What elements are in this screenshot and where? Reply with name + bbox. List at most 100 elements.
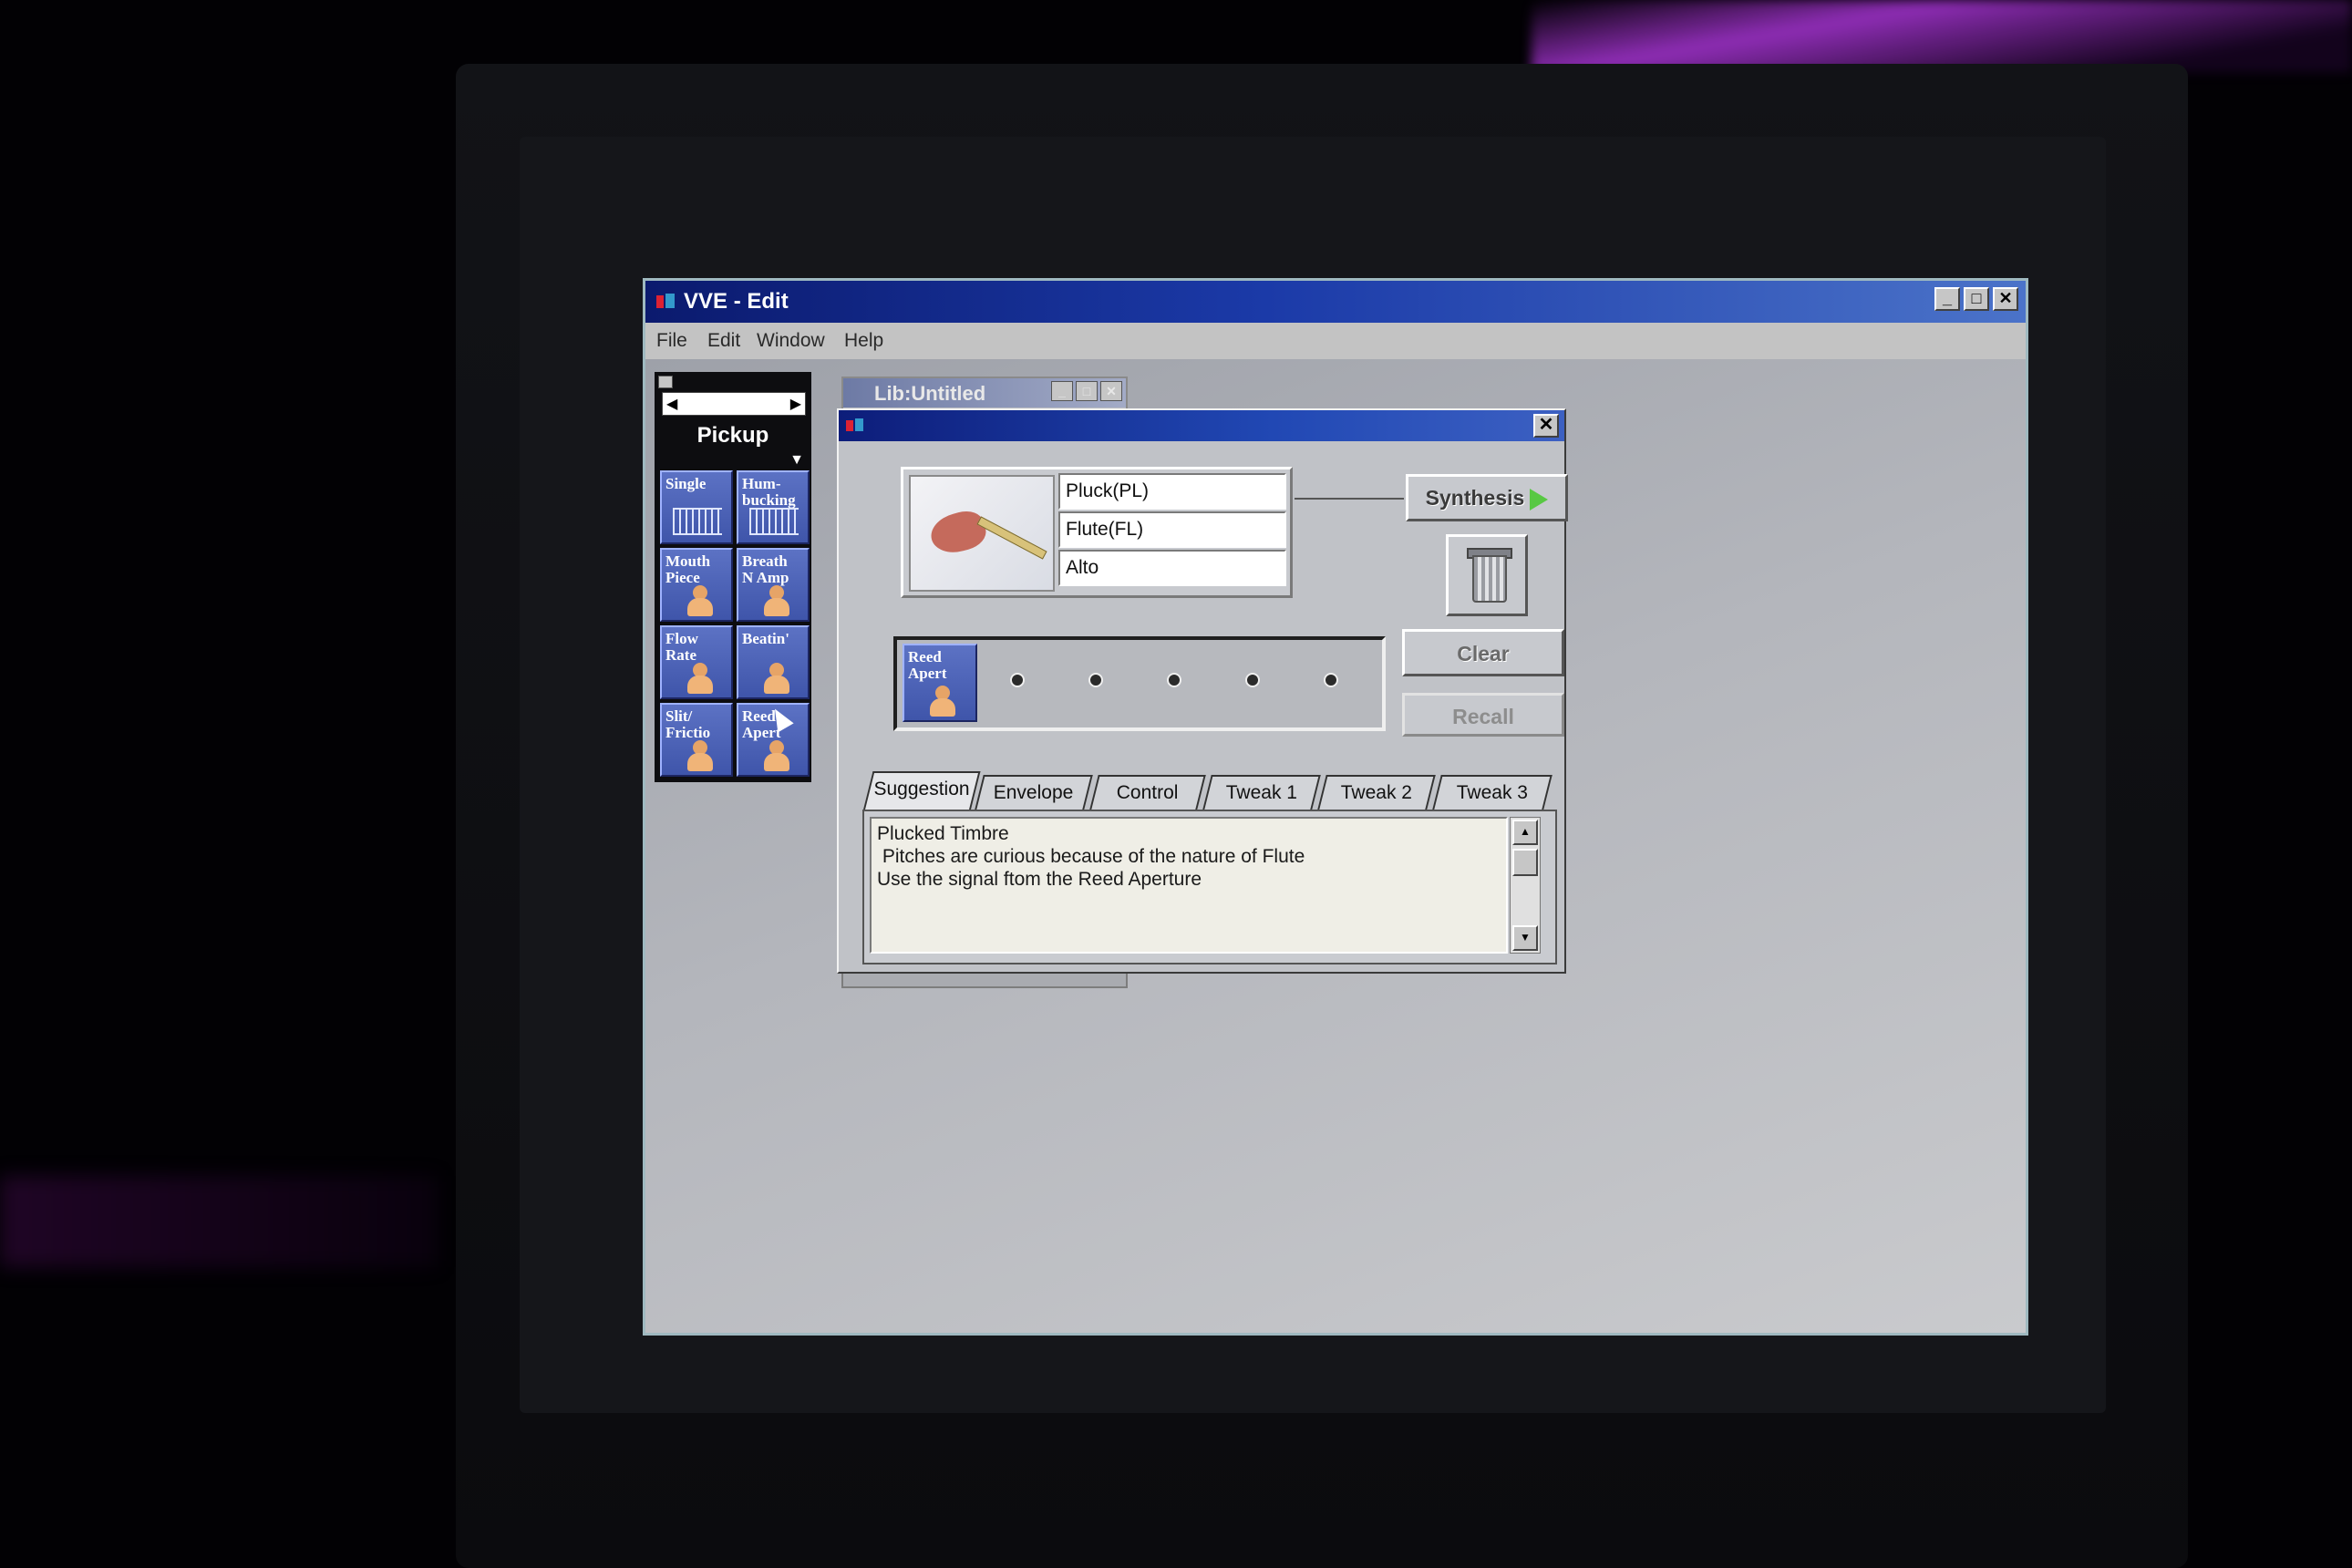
synthesis-button[interactable]: Synthesis [1406, 474, 1568, 521]
tab-envelope[interactable]: Envelope [975, 775, 1093, 810]
instrument-row-excitation[interactable]: Pluck(PL) [1058, 473, 1286, 510]
tile-slit-friction[interactable]: Slit/ Frictio [660, 703, 733, 777]
scroll-up-icon[interactable]: ▲ [1512, 820, 1538, 845]
figure-icon [686, 663, 713, 694]
tile-label: Single [665, 475, 707, 492]
tab-tweak-2[interactable]: Tweak 2 [1317, 775, 1436, 810]
slot-tile-label: Reed Apert [908, 648, 947, 682]
tab-label: Tweak 1 [1225, 782, 1297, 803]
palette-grid: Single Hum- bucking Mouth Piece Breath N… [660, 470, 811, 777]
chevron-down-icon[interactable]: ▼ [789, 452, 804, 469]
figure-icon [686, 585, 713, 616]
instrument-row-range[interactable]: Alto [1058, 550, 1286, 586]
figure-icon [762, 740, 789, 771]
suggestion-line: Pitches are curious because of the natur… [877, 846, 1305, 867]
figure-icon [928, 686, 955, 717]
palette-title: Pickup [696, 423, 769, 448]
recall-button[interactable]: Recall [1402, 693, 1564, 737]
tab-suggestion[interactable]: Suggestion [862, 771, 981, 811]
library-title: Lib:Untitled [874, 382, 986, 405]
window-title: VVE - Edit [684, 289, 789, 314]
menu-window[interactable]: Window [757, 330, 825, 352]
tile-label: Slit/ Frictio [665, 707, 711, 741]
empty-slot[interactable] [1167, 673, 1181, 687]
tile-label: Breath N Amp [742, 552, 789, 586]
figure-icon [686, 740, 713, 771]
main-title-bar[interactable]: VVE - Edit _ □ ✕ [645, 281, 2026, 323]
suggestion-line: Plucked Timbre [877, 823, 1009, 844]
tile-breath-n-amp[interactable]: Breath N Amp [737, 548, 810, 622]
dialog-title-bar[interactable]: ✕ [839, 410, 1564, 441]
menu-file[interactable]: File [656, 330, 687, 352]
instrument-row-resonator[interactable]: Flute(FL) [1058, 511, 1286, 548]
tab-tweak-1[interactable]: Tweak 1 [1202, 775, 1321, 810]
palette-category-scroller[interactable]: ◀ ▶ [662, 392, 806, 416]
tile-label: Mouth Piece [665, 552, 711, 586]
menu-edit[interactable]: Edit [707, 330, 740, 352]
library-close-button[interactable]: ✕ [1100, 381, 1122, 401]
scroll-thumb[interactable] [1512, 849, 1538, 876]
tab-control[interactable]: Control [1089, 775, 1206, 810]
library-maximize-button[interactable]: □ [1076, 381, 1098, 401]
instrument-list: Pluck(PL) Flute(FL) Alto [1058, 473, 1286, 588]
tile-label: Hum- bucking [742, 475, 796, 509]
figure-icon [762, 585, 789, 616]
tile-humbucking[interactable]: Hum- bucking [737, 470, 810, 544]
clear-button[interactable]: Clear [1402, 629, 1564, 676]
tab-label: Tweak 2 [1340, 782, 1412, 803]
close-button[interactable]: ✕ [1993, 287, 2018, 311]
tab-label: Control [1116, 782, 1179, 803]
library-title-bar[interactable]: Lib:Untitled _ □ ✕ [843, 378, 1126, 407]
empty-slot[interactable] [1010, 673, 1025, 687]
synthesis-label: Synthesis [1425, 486, 1525, 510]
ambient-reflection [0, 1176, 438, 1267]
scroll-left-icon[interactable]: ◀ [666, 395, 677, 413]
arrow-right-icon [1530, 488, 1549, 511]
trash-icon [1472, 555, 1507, 603]
tile-single[interactable]: Single [660, 470, 733, 544]
ambient-purple-light [1532, 0, 2352, 73]
empty-slot[interactable] [1324, 673, 1338, 687]
tile-beatin[interactable]: Beatin' [737, 625, 810, 699]
minimize-button[interactable]: _ [1934, 287, 1960, 311]
tile-mouth-piece[interactable]: Mouth Piece [660, 548, 733, 622]
figure-icon [762, 663, 789, 694]
suggestion-line: Use the signal ftom the Reed Aperture [877, 869, 1202, 890]
suggestion-text[interactable]: Plucked Timbre Pitches are curious becau… [870, 817, 1508, 954]
menu-help[interactable]: Help [844, 330, 883, 352]
library-window-scrollbar[interactable] [841, 972, 1128, 988]
palette-close-button[interactable] [658, 376, 673, 388]
library-window-controls: _ □ ✕ [1051, 381, 1122, 401]
empty-slot[interactable] [1245, 673, 1260, 687]
tab-label: Suggestion [873, 779, 971, 799]
maximize-button[interactable]: □ [1964, 287, 1989, 311]
suggestion-panel: Plucked Timbre Pitches are curious becau… [862, 810, 1557, 965]
empty-slot[interactable] [1088, 673, 1103, 687]
suggestion-scrollbar[interactable]: ▲ ▼ [1510, 817, 1541, 954]
connector-line [1295, 498, 1404, 500]
instrument-picture [909, 475, 1055, 592]
hand-icon [926, 506, 990, 559]
app-icon [656, 294, 675, 308]
tile-flow-rate[interactable]: Flow Rate [660, 625, 733, 699]
dialog-close-button[interactable]: ✕ [1533, 414, 1559, 438]
pickup-bars-icon [749, 508, 799, 535]
pickup-bars-icon [673, 508, 722, 535]
slot-reed-aperture[interactable]: Reed Apert [903, 644, 977, 722]
tab-strip: Suggestion Envelope Control Tweak 1 Twea… [862, 771, 1564, 811]
module-slot-strip: Reed Apert [893, 636, 1386, 731]
screen: VVE - Edit _ □ ✕ File Edit Window Help ◀… [643, 278, 2028, 1336]
trash-button[interactable] [1446, 534, 1528, 616]
tab-tweak-3[interactable]: Tweak 3 [1432, 775, 1553, 810]
flute-icon [976, 516, 1047, 560]
app-icon [846, 418, 863, 431]
scroll-right-icon[interactable]: ▶ [790, 395, 801, 413]
menu-bar: File Edit Window Help [645, 323, 2026, 359]
tile-label: Flow Rate [665, 630, 698, 664]
library-minimize-button[interactable]: _ [1051, 381, 1073, 401]
pickup-palette: ◀ ▶ Pickup ▼ Single Hum- bucking Mouth P… [655, 372, 811, 782]
instrument-summary: Pluck(PL) Flute(FL) Alto [901, 467, 1293, 598]
scroll-down-icon[interactable]: ▼ [1512, 925, 1538, 951]
tile-label: Beatin' [742, 630, 789, 647]
instrument-dialog: ✕ Pluck(PL) Flute(FL) Alto Synthesis Cle… [837, 408, 1568, 974]
